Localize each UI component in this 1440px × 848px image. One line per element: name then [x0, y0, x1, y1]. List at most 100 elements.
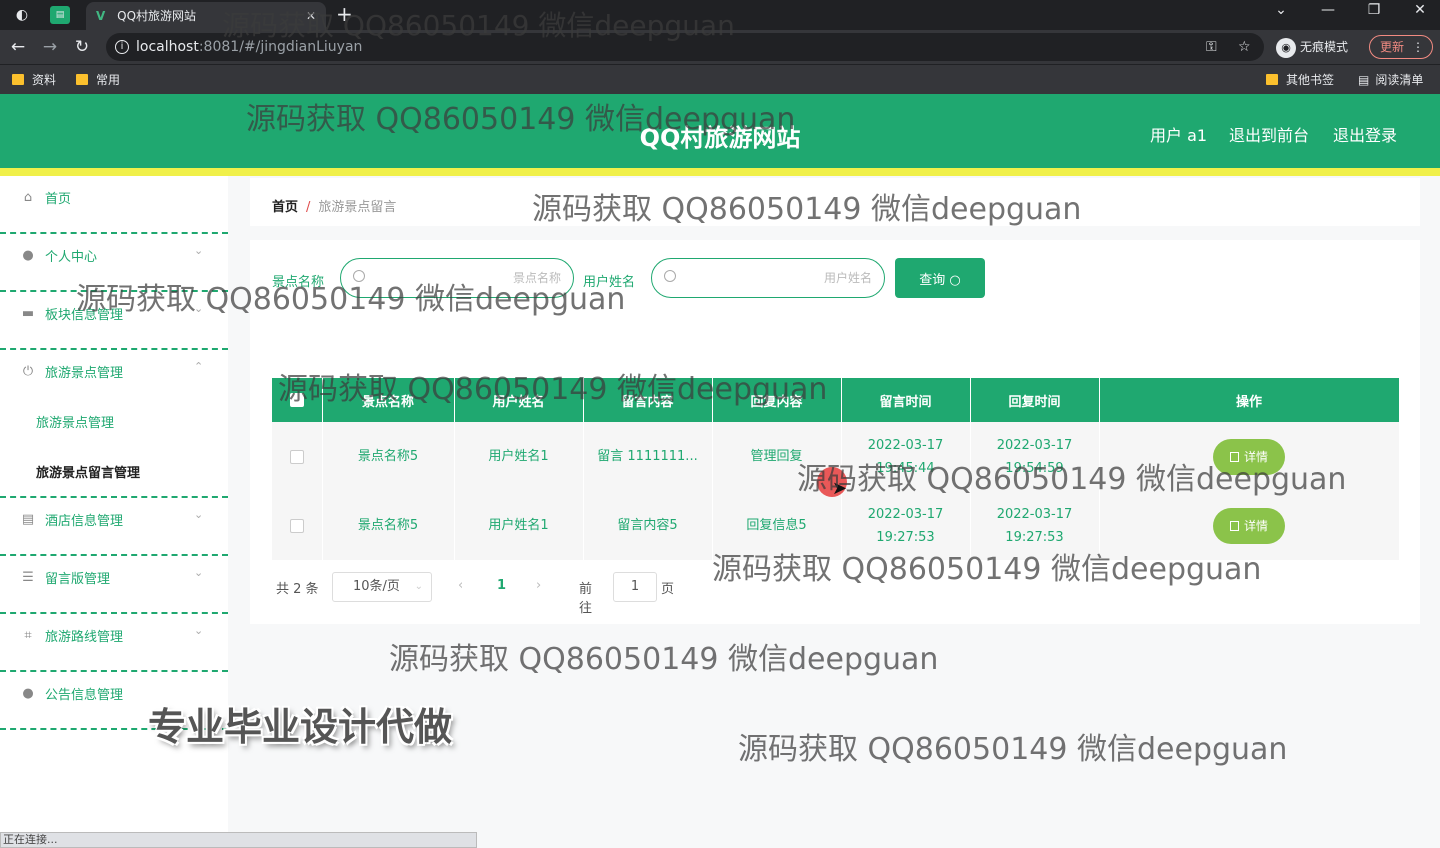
update-button[interactable]: 更新 ⋮: [1369, 35, 1433, 59]
bookmark-folder[interactable]: 资料: [12, 71, 56, 89]
close-window-icon[interactable]: ✕: [1405, 2, 1435, 18]
sidebar-item-hotel[interactable]: ▤ 酒店信息管理 ⌄: [0, 498, 228, 556]
list-panel: 景点名称 用户姓名 查询 ○ 景点名称 用户姓名 留言内容 回复内容: [250, 240, 1420, 624]
breadcrumb-current: 旅游景点留言: [318, 200, 397, 215]
header-accent-strip: [0, 168, 1440, 176]
action-cell: 详情: [1099, 422, 1400, 491]
incognito-indicator[interactable]: ◉ 无痕模式: [1276, 36, 1348, 58]
chevron-up-icon: ⌃: [194, 360, 204, 373]
row-checkbox[interactable]: [289, 449, 304, 464]
detail-button[interactable]: 详情: [1213, 507, 1285, 544]
chevron-down-icon: ⌄: [194, 624, 204, 637]
detail-icon: [1229, 452, 1239, 462]
table-header-row: 景点名称 用户姓名 留言内容 回复内容 留言时间 回复时间 操作: [272, 378, 1400, 422]
back-to-front-link[interactable]: 退出到前台: [1229, 122, 1309, 146]
column-header: 回复内容: [712, 378, 842, 422]
site-info-icon[interactable]: i: [115, 40, 129, 54]
back-icon[interactable]: ←: [6, 35, 30, 59]
user-name-input[interactable]: [682, 265, 872, 291]
promo-banner: 专业毕业设计代做: [148, 705, 453, 749]
table-row: 景点名称5 用户姓名1 留言内容5 回复信息5 2022-03-17 19:27…: [272, 491, 1400, 560]
other-bookmarks[interactable]: 其他书签: [1266, 71, 1334, 89]
page-number[interactable]: 1: [497, 578, 506, 593]
home-icon: ⌂: [23, 190, 33, 205]
monitor-icon: ▬: [21, 306, 35, 321]
crop-icon: ⌗: [24, 628, 32, 643]
url-path: :8081/#/jingdianLiuyan: [198, 39, 363, 55]
bookmark-star-icon[interactable]: ☆: [1238, 33, 1251, 61]
attraction-name-field[interactable]: [340, 258, 574, 298]
user-name-cell: 用户姓名1: [454, 422, 584, 491]
select-all-checkbox[interactable]: [289, 393, 304, 407]
new-tab-button[interactable]: +: [336, 2, 353, 26]
user-name-field[interactable]: [651, 258, 885, 298]
user-icon: ●: [22, 248, 34, 263]
minimize-icon[interactable]: —: [1313, 2, 1343, 18]
breadcrumb: 首页 / 旅游景点留言: [272, 196, 396, 215]
reading-list[interactable]: ▤ 阅读清单: [1358, 71, 1423, 89]
sidebar-item-guestbook[interactable]: ☰ 留言版管理 ⌄: [0, 556, 228, 614]
select-all-header[interactable]: [272, 378, 323, 422]
detail-button[interactable]: 详情: [1213, 438, 1285, 475]
row-select-cell[interactable]: [272, 491, 323, 560]
restore-icon[interactable]: ❐: [1359, 2, 1389, 18]
sidebar-subitem-attraction-manage[interactable]: 旅游景点管理: [36, 412, 114, 431]
detail-label: 详情: [1243, 450, 1268, 464]
attraction-name-input[interactable]: [371, 265, 561, 291]
bookmark-label: 资料: [32, 73, 57, 87]
url-field[interactable]: i localhost:8081/#/jingdianLiuyan ⚿ ☆: [106, 33, 1264, 61]
page-size-select[interactable]: 10条/页 ⌄: [332, 572, 432, 602]
attraction-name-cell: 景点名称5: [322, 491, 455, 560]
breadcrumb-home[interactable]: 首页: [272, 200, 298, 215]
column-header: 景点名称: [322, 378, 455, 422]
reading-list-icon: ▤: [1358, 73, 1370, 87]
incognito-icon: ◉: [1276, 38, 1296, 58]
key-icon[interactable]: ⚿: [1206, 33, 1217, 61]
browser-tab[interactable]: V QQ村旅游网站 ✕: [86, 2, 326, 30]
message-cell: 留言内容5: [583, 491, 713, 560]
sidebar-item-routes[interactable]: ⌗ 旅游路线管理 ⌄: [0, 614, 228, 672]
chevron-down-icon: ⌄: [194, 566, 204, 579]
next-page-icon[interactable]: ›: [536, 578, 541, 593]
sidebar-item-home[interactable]: ⌂ 首页: [0, 176, 228, 234]
address-bar: ← → ↻ i localhost:8081/#/jingdianLiuyan …: [0, 30, 1440, 64]
sidebar-item-label: 酒店信息管理: [45, 514, 124, 529]
message-time-cell: 2022-03-17 19:45:44: [841, 422, 971, 491]
sidebar-item-label: 旅游路线管理: [45, 630, 124, 645]
user-label: 用户 a1: [1150, 126, 1208, 145]
chevron-down-icon: ⌄: [194, 244, 204, 257]
query-button[interactable]: 查询 ○: [895, 258, 985, 298]
browser-menu-icon[interactable]: ◐: [10, 4, 34, 26]
incognito-label: 无痕模式: [1300, 40, 1349, 54]
list-icon: ☰: [22, 570, 34, 585]
sidebar-subitem-attraction-messages[interactable]: 旅游景点留言管理: [36, 462, 140, 481]
logout-link[interactable]: 退出登录: [1333, 122, 1397, 146]
folder-icon: [12, 74, 24, 85]
reply-time-cell: 2022-03-17 19:54:59: [970, 422, 1100, 491]
tab-search-icon[interactable]: ⌄: [1266, 2, 1296, 18]
other-bookmarks-label: 其他书签: [1286, 73, 1335, 87]
pinned-tab-icon[interactable]: ▤: [50, 6, 70, 24]
column-header: 留言时间: [841, 378, 971, 422]
prev-page-icon[interactable]: ‹: [458, 578, 463, 593]
bookmark-folder[interactable]: 常用: [76, 71, 120, 89]
forward-icon[interactable]: →: [38, 35, 62, 59]
more-menu-icon[interactable]: ⋮: [1412, 36, 1424, 58]
reply-cell: 回复信息5: [712, 491, 842, 560]
update-label: 更新: [1380, 40, 1405, 54]
row-checkbox[interactable]: [289, 518, 304, 533]
reply-time-cell: 2022-03-17 19:27:53: [970, 491, 1100, 560]
tab-title: QQ村旅游网站: [117, 9, 197, 23]
sidebar-item-attractions[interactable]: ⏻ 旅游景点管理 ⌃ 旅游景点管理 旅游景点留言管理: [0, 350, 228, 498]
row-select-cell[interactable]: [272, 422, 323, 491]
sidebar-item-personal[interactable]: ● 个人中心 ⌄: [0, 234, 228, 292]
sidebar-item-label: 留言版管理: [45, 572, 111, 587]
goto-page-input[interactable]: 1: [613, 572, 657, 602]
sidebar-item-label: 公告信息管理: [45, 688, 124, 703]
reload-icon[interactable]: ↻: [70, 35, 94, 59]
chevron-down-icon: ⌄: [194, 302, 204, 315]
close-tab-icon[interactable]: ✕: [306, 2, 316, 30]
sidebar-item-label: 个人中心: [45, 250, 98, 265]
sidebar-item-section-info[interactable]: ▬ 板块信息管理 ⌄: [0, 292, 228, 350]
search-icon: [664, 270, 676, 282]
